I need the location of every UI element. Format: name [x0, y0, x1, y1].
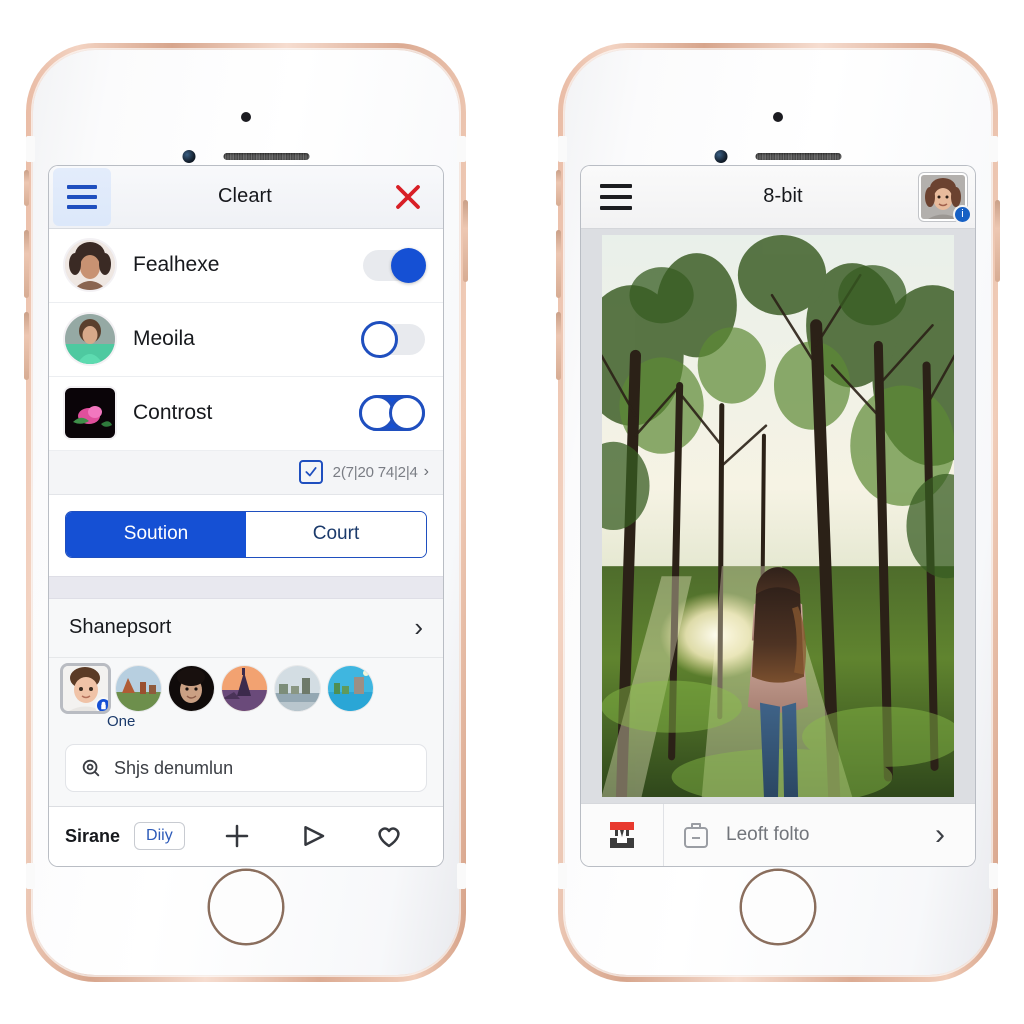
right-phone-device: 8-bit i Leoft folto ›: [556, 42, 1000, 982]
right-phone-screen: 8-bit i Leoft folto ›: [581, 165, 975, 866]
antenna-band: [989, 862, 998, 889]
close-x-icon[interactable]: [379, 168, 437, 226]
share-section-title: Shanepsort: [69, 616, 172, 639]
bottom-action-button[interactable]: Leoft folto: [664, 820, 905, 850]
thumbnail-item[interactable]: [169, 666, 214, 712]
antenna-band: [457, 135, 466, 162]
power-button[interactable]: [463, 199, 468, 282]
earpiece-speaker: [223, 152, 310, 160]
home-button[interactable]: [742, 870, 814, 943]
ir-camera-icon: [182, 149, 196, 163]
chevron-right-icon: ›: [423, 463, 429, 481]
checkbox-row-text: 2(7|20 74|2|4: [332, 463, 418, 481]
thumbnail-item[interactable]: [328, 666, 373, 712]
volume-up-button[interactable]: [556, 229, 561, 298]
checkbox-row[interactable]: 2(7|20 74|2|4 ›: [49, 450, 443, 495]
thumbnail-strip: [49, 657, 443, 712]
antenna-band: [26, 135, 35, 162]
home-button[interactable]: [210, 870, 282, 943]
antenna-band: [558, 135, 567, 162]
list-item[interactable]: Fealhexe: [49, 229, 443, 303]
info-badge: i: [953, 204, 972, 224]
plus-icon[interactable]: [222, 821, 252, 851]
search-input-value: Shjs denumlun: [114, 757, 234, 778]
photo-viewer[interactable]: [581, 228, 975, 803]
antenna-band: [26, 862, 35, 889]
sensor-cluster: [182, 149, 310, 163]
toggle-switch-dual[interactable]: [359, 395, 425, 431]
settings-list: Fealhexe Meoila Controst: [49, 228, 443, 451]
hamburger-icon[interactable]: [587, 168, 645, 226]
front-camera: [241, 111, 251, 122]
bottom-action-bar: Leoft folto ›: [581, 802, 975, 866]
mute-switch[interactable]: [24, 169, 29, 206]
left-phone-screen: Cleart Fealhexe Meoila Controst 2(7|20 7…: [49, 165, 443, 866]
red-printer-icon[interactable]: [581, 803, 664, 866]
bottom-tab-bar: Sirane Diiy: [49, 806, 443, 866]
segmented-control[interactable]: Soution Court: [65, 510, 427, 558]
volume-down-button[interactable]: [556, 311, 561, 380]
segmented-control-wrap: Soution Court: [49, 494, 443, 576]
antenna-band: [558, 862, 567, 889]
avatar[interactable]: i: [921, 174, 972, 224]
thumbnail-item[interactable]: [275, 666, 320, 712]
toggle-switch[interactable]: [361, 320, 425, 358]
sensor-cluster: [714, 149, 842, 163]
share-section-header[interactable]: Shanepsort ›: [49, 598, 443, 658]
earpiece-speaker: [755, 152, 842, 160]
list-item[interactable]: Meoila: [49, 303, 443, 377]
left-phone-device: Cleart Fealhexe Meoila Controst 2(7|20 7…: [24, 42, 468, 982]
front-camera: [773, 111, 783, 122]
chevron-right-icon[interactable]: ›: [905, 818, 975, 852]
bottom-action-label: Leoft folto: [726, 823, 810, 845]
avatar: [65, 314, 115, 364]
mute-switch[interactable]: [556, 169, 561, 206]
toggle-switch[interactable]: [363, 247, 426, 283]
avatar: [65, 388, 115, 438]
antenna-band: [457, 862, 466, 889]
briefcase-minus-icon: [684, 822, 708, 848]
thumbnail-item[interactable]: [116, 666, 161, 712]
avatar: [65, 240, 115, 290]
list-item[interactable]: Controst: [49, 377, 443, 451]
thumbnail-item[interactable]: [222, 666, 267, 712]
play-triangle-icon[interactable]: [298, 821, 328, 851]
checkbox[interactable]: [298, 460, 323, 485]
segment-unselected[interactable]: Court: [246, 511, 426, 557]
ir-camera-icon: [714, 149, 728, 163]
search-input[interactable]: Shjs denumlun: [65, 744, 427, 793]
tabbar-name-label: Sirane: [65, 825, 121, 846]
thumbnail-item[interactable]: [63, 666, 108, 712]
heart-icon[interactable]: [374, 821, 404, 851]
left-app-bar: Cleart: [49, 165, 443, 229]
woman-standing-in-sunlit-forest: [602, 234, 954, 797]
section-divider: [49, 575, 443, 599]
screenshot-stage: Cleart Fealhexe Meoila Controst 2(7|20 7…: [0, 0, 1024, 1024]
volume-up-button[interactable]: [24, 229, 29, 298]
list-item-label: Controst: [133, 401, 213, 424]
hamburger-icon[interactable]: [53, 167, 111, 226]
list-item-label: Meoila: [133, 327, 195, 350]
chevron-right-icon[interactable]: ›: [414, 612, 423, 643]
tabbar-pill-button[interactable]: Diiy: [134, 822, 185, 851]
antenna-band: [989, 135, 998, 162]
volume-down-button[interactable]: [24, 311, 29, 380]
search-icon: [82, 759, 100, 777]
search-wrap: Shjs denumlun: [49, 738, 443, 807]
thumbnail-caption: One: [49, 711, 443, 739]
page-title: 8-bit: [763, 185, 803, 207]
segment-selected[interactable]: Soution: [66, 511, 246, 557]
page-title: Cleart: [218, 185, 272, 207]
lock-badge: [95, 697, 108, 712]
power-button[interactable]: [995, 199, 1000, 282]
right-app-bar: 8-bit i: [581, 165, 975, 229]
list-item-label: Fealhexe: [133, 253, 220, 276]
